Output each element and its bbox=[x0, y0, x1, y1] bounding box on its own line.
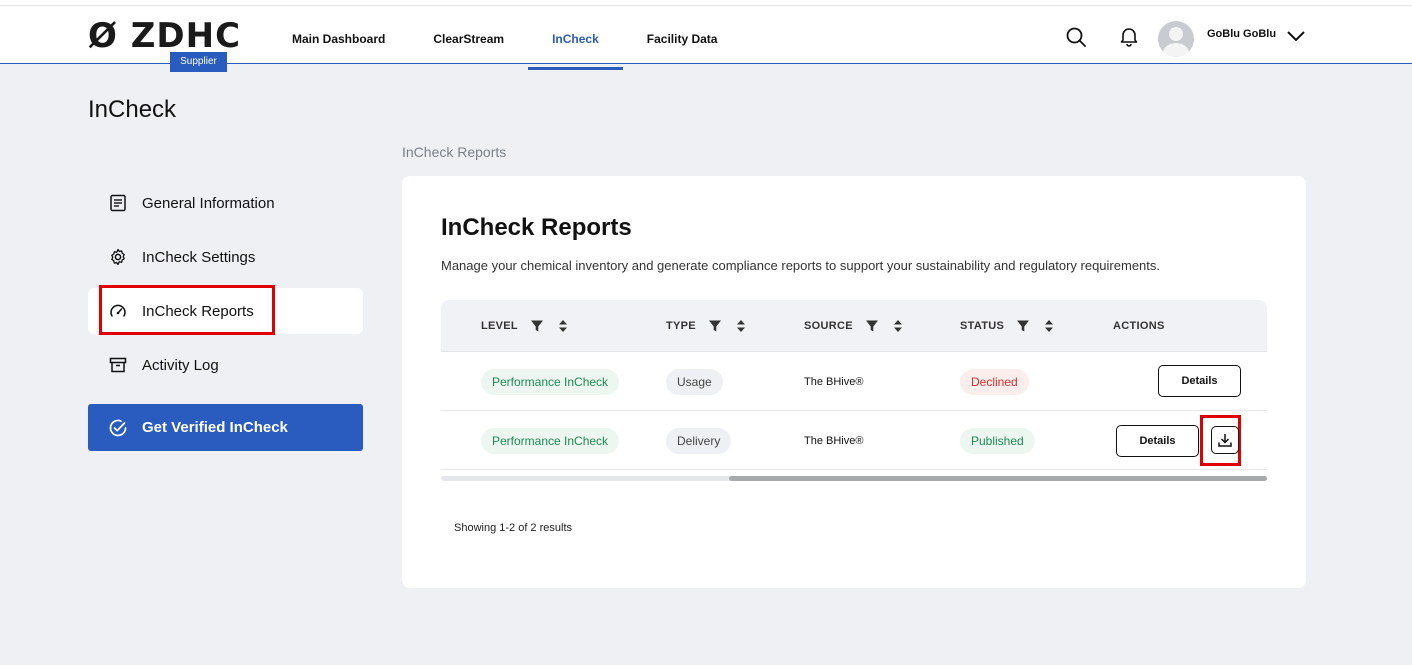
table-row: Performance InCheck Delivery The BHive® … bbox=[441, 411, 1267, 470]
chevron-down-icon[interactable] bbox=[1286, 29, 1306, 48]
filter-icon[interactable] bbox=[708, 319, 722, 333]
nav-main-dashboard[interactable]: Main Dashboard bbox=[268, 11, 409, 69]
source-cell: The BHive® bbox=[804, 434, 864, 447]
sidebar-item-incheck-settings[interactable]: InCheck Settings bbox=[88, 234, 363, 280]
logo-slash-icon: Ø bbox=[88, 16, 118, 56]
archive-box-icon bbox=[108, 355, 128, 375]
horizontal-scrollbar[interactable] bbox=[441, 476, 1267, 481]
table-row: Performance InCheck Usage The BHive® Dec… bbox=[441, 352, 1267, 411]
type-badge: Usage bbox=[666, 368, 723, 395]
column-actions: ACTIONS bbox=[1113, 300, 1165, 352]
source-cell: The BHive® bbox=[804, 375, 864, 388]
username[interactable]: GoBlu GoBlu bbox=[1207, 28, 1276, 40]
card-description: Manage your chemical inventory and gener… bbox=[441, 258, 1160, 273]
sidebar-item-label: InCheck Settings bbox=[142, 248, 256, 266]
sidebar-item-label: General Information bbox=[142, 194, 275, 212]
column-label: LEVEL bbox=[481, 320, 518, 332]
column-label: TYPE bbox=[666, 320, 696, 332]
sidebar: General Information InCheck Settings InC… bbox=[88, 180, 363, 451]
page-title: InCheck bbox=[88, 96, 177, 123]
status-badge: Published bbox=[960, 427, 1035, 454]
download-icon bbox=[1218, 434, 1232, 447]
sidebar-item-label: Activity Log bbox=[142, 356, 219, 374]
sort-icon[interactable] bbox=[893, 319, 903, 333]
get-verified-button[interactable]: Get Verified InCheck bbox=[88, 404, 363, 451]
check-circle-icon bbox=[108, 418, 128, 438]
gear-icon bbox=[108, 247, 128, 267]
document-list-icon bbox=[108, 193, 128, 213]
sidebar-item-general-information[interactable]: General Information bbox=[88, 180, 363, 226]
highlight-box bbox=[99, 285, 275, 335]
scrollbar-thumb[interactable] bbox=[729, 476, 1267, 481]
filter-icon[interactable] bbox=[865, 319, 879, 333]
nav-facility-data[interactable]: Facility Data bbox=[623, 11, 742, 69]
download-button[interactable] bbox=[1211, 426, 1239, 454]
filter-icon[interactable] bbox=[1016, 319, 1030, 333]
breadcrumb: InCheck Reports bbox=[402, 144, 507, 160]
nav-incheck[interactable]: InCheck bbox=[528, 11, 623, 70]
avatar[interactable] bbox=[1158, 21, 1194, 57]
details-button[interactable]: Details bbox=[1158, 365, 1241, 397]
main-nav: Main Dashboard ClearStream InCheck Facil… bbox=[268, 11, 742, 70]
column-status: STATUS bbox=[960, 300, 1054, 352]
column-type: TYPE bbox=[666, 300, 746, 352]
column-label: STATUS bbox=[960, 320, 1005, 332]
column-source: SOURCE bbox=[804, 300, 903, 352]
sort-icon[interactable] bbox=[1044, 319, 1054, 333]
reports-table: LEVEL TYPE SOURCE STATUS ACTIONS Perform… bbox=[441, 300, 1267, 481]
column-label: SOURCE bbox=[804, 320, 853, 332]
column-label: ACTIONS bbox=[1113, 320, 1165, 332]
reports-card: InCheck Reports Manage your chemical inv… bbox=[402, 176, 1306, 588]
card-title: InCheck Reports bbox=[441, 214, 632, 241]
supplier-badge: Supplier bbox=[170, 52, 227, 72]
search-icon[interactable] bbox=[1065, 26, 1087, 48]
get-verified-label: Get Verified InCheck bbox=[142, 419, 288, 436]
results-count: Showing 1-2 of 2 results bbox=[454, 522, 573, 534]
filter-icon[interactable] bbox=[530, 319, 544, 333]
status-badge: Declined bbox=[960, 368, 1029, 395]
zdhc-logo[interactable]: Ø ZDHC bbox=[88, 16, 241, 56]
sort-icon[interactable] bbox=[736, 319, 746, 333]
level-badge: Performance InCheck bbox=[481, 427, 620, 454]
type-badge: Delivery bbox=[666, 427, 732, 454]
level-badge: Performance InCheck bbox=[481, 368, 620, 395]
table-header: LEVEL TYPE SOURCE STATUS ACTIONS bbox=[441, 300, 1267, 352]
column-level: LEVEL bbox=[481, 300, 568, 352]
sidebar-item-activity-log[interactable]: Activity Log bbox=[88, 342, 363, 388]
logo-text: ZDHC bbox=[130, 16, 242, 56]
bell-icon[interactable] bbox=[1118, 25, 1140, 47]
details-button[interactable]: Details bbox=[1116, 425, 1199, 457]
sort-icon[interactable] bbox=[558, 319, 568, 333]
nav-clearstream[interactable]: ClearStream bbox=[409, 11, 528, 69]
sidebar-item-incheck-reports[interactable]: InCheck Reports bbox=[88, 285, 363, 335]
